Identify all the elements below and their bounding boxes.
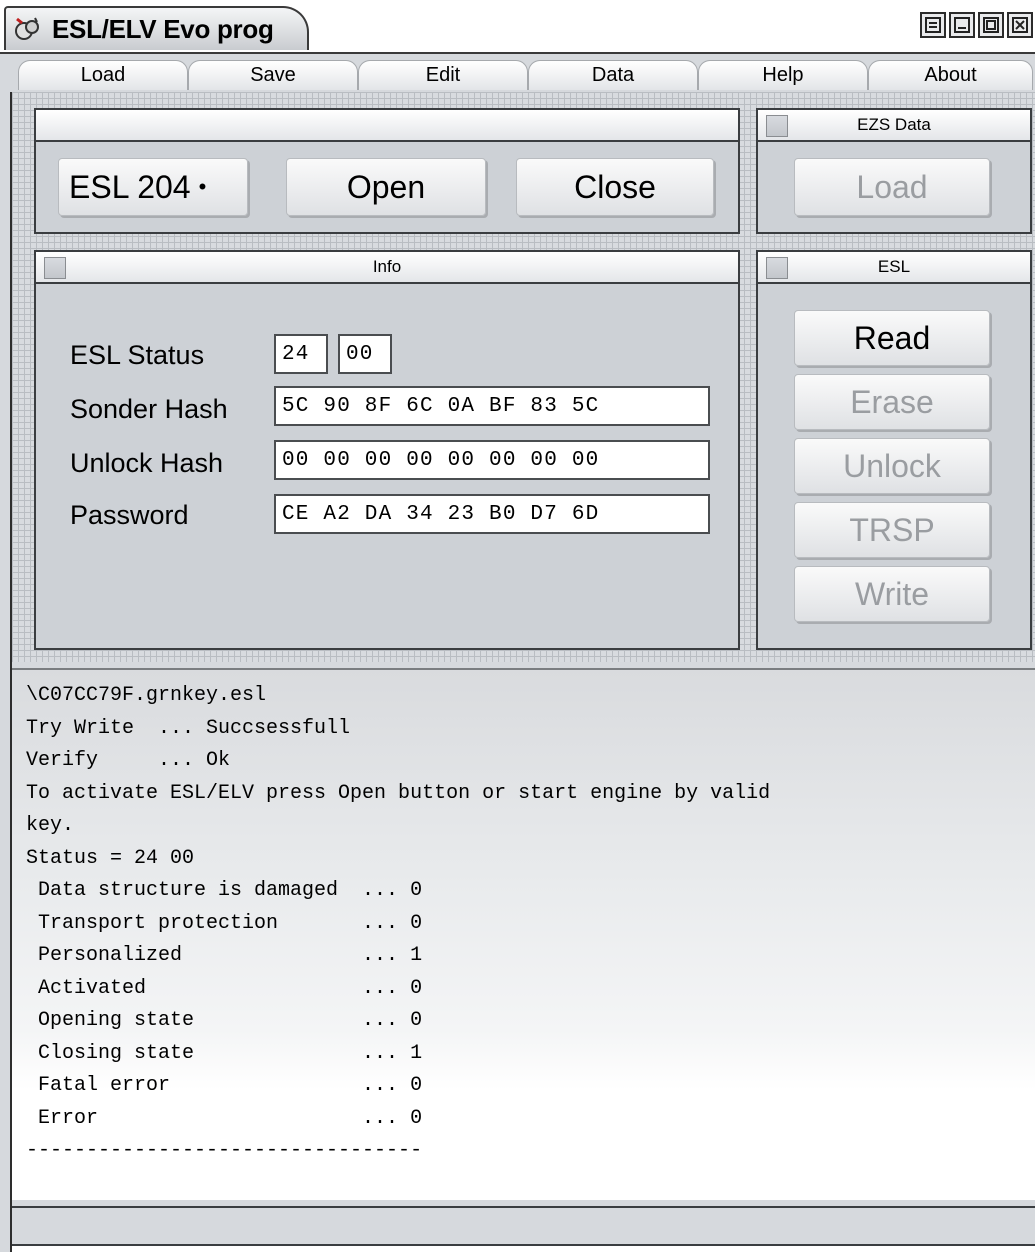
menu-save[interactable]: Save <box>188 60 358 90</box>
read-button[interactable]: Read <box>794 310 990 366</box>
ezs-data-title: EZS Data <box>857 115 931 134</box>
log-line: \C07CC79F.grnkey.esl <box>26 684 267 707</box>
connect-panel-header <box>36 110 738 142</box>
log-line: Verify ... Ok <box>26 749 231 772</box>
log-line: Status = 24 00 <box>26 846 195 870</box>
unlock-hash-field[interactable]: 00 00 00 00 00 00 00 00 <box>274 440 710 480</box>
menu-bar: Load Save Edit Data Help About <box>0 52 1035 92</box>
minimize-icon[interactable] <box>949 12 975 38</box>
esl-checkbox[interactable] <box>766 257 788 279</box>
log-line: To activate ESL/ELV press Open button or… <box>26 781 771 805</box>
log-line: Opening state ... 0 <box>26 1009 423 1032</box>
log-line: Closing state ... 1 <box>26 1041 423 1065</box>
log-line: Activated ... 0 <box>26 976 423 1000</box>
window-controls <box>920 12 1033 38</box>
esl-status-field-1[interactable]: 24 <box>274 334 328 374</box>
connect-panel: ESL 204 • Open Close <box>34 108 740 234</box>
esl-panel: ESL Read Erase Unlock TRSP Write <box>756 250 1032 650</box>
menu-load[interactable]: Load <box>18 60 188 90</box>
device-select-value: ESL 204 <box>69 168 191 205</box>
log-line: Data structure is damaged ... 0 <box>26 879 423 902</box>
window-title: ESL/ELV Evo prog <box>52 13 274 44</box>
info-checkbox[interactable] <box>44 257 66 279</box>
ezs-data-panel: EZS Data Load <box>756 108 1032 234</box>
menu-about[interactable]: About <box>868 60 1033 90</box>
app-logo-icon <box>10 11 46 47</box>
device-select[interactable]: ESL 204 • <box>58 158 248 216</box>
esl-title: ESL <box>877 257 911 276</box>
info-panel: Info ESL Status 24 00 Sonder Hash 5C 90 … <box>34 250 740 650</box>
log-line: Transport protection ... 0 <box>26 911 423 935</box>
log-line: Fatal error ... 0 <box>26 1074 423 1097</box>
open-button[interactable]: Open <box>286 158 486 216</box>
sonder-hash-field[interactable]: 5C 90 8F 6C 0A BF 83 5C <box>274 386 710 426</box>
app-window: ESL/ELV Evo prog Load Save Edit Data Hel… <box>0 0 1035 1252</box>
ezs-data-header: EZS Data <box>758 110 1030 142</box>
close-button[interactable]: Close <box>516 158 714 216</box>
esl-status-field-2[interactable]: 00 <box>338 334 392 374</box>
menu-help[interactable]: Help <box>698 60 868 90</box>
ezs-data-checkbox[interactable] <box>766 115 788 137</box>
menu-edit[interactable]: Edit <box>358 60 528 90</box>
log-line: key. <box>26 814 75 837</box>
menu-icon[interactable] <box>920 12 946 38</box>
log-line: Personalized ... 1 <box>26 944 423 967</box>
left-frame <box>0 92 12 1252</box>
status-bar <box>12 1206 1035 1246</box>
log-line: Error ... 0 <box>26 1106 423 1130</box>
title-bar: ESL/ELV Evo prog <box>0 0 1035 52</box>
chevron-down-icon: • <box>198 174 207 199</box>
info-title: Info <box>372 257 402 276</box>
log-line: --------------------------------- <box>26 1139 423 1162</box>
password-label: Password <box>70 500 189 530</box>
trsp-button[interactable]: TRSP <box>794 502 990 558</box>
bottom-strip <box>12 1246 1035 1252</box>
title-tab[interactable]: ESL/ELV Evo prog <box>4 6 309 50</box>
unlock-hash-label: Unlock Hash <box>70 448 224 478</box>
log-output[interactable]: \C07CC79F.grnkey.esl Try Write ... Succs… <box>12 668 1035 1200</box>
write-button[interactable]: Write <box>794 566 990 622</box>
info-panel-header: Info <box>36 252 738 284</box>
close-icon[interactable] <box>1007 12 1033 38</box>
unlock-button[interactable]: Unlock <box>794 438 990 494</box>
password-field[interactable]: CE A2 DA 34 23 B0 D7 6D <box>274 494 710 534</box>
erase-button[interactable]: Erase <box>794 374 990 430</box>
esl-panel-header: ESL <box>758 252 1030 284</box>
ezs-load-button[interactable]: Load <box>794 158 990 216</box>
sonder-hash-label: Sonder Hash <box>70 394 228 424</box>
log-line: Try Write ... Succsessfull <box>26 716 351 740</box>
esl-status-label: ESL Status <box>70 340 205 370</box>
maximize-icon[interactable] <box>978 12 1004 38</box>
menu-data[interactable]: Data <box>528 60 698 90</box>
